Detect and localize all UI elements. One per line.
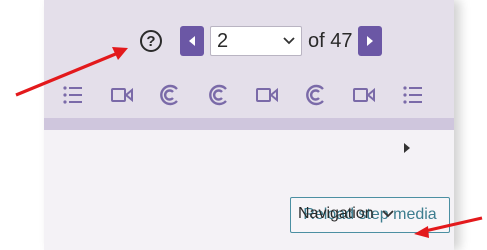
audio-icon[interactable] xyxy=(159,84,181,106)
next-page-button[interactable] xyxy=(358,26,383,56)
caret-right-icon xyxy=(367,36,374,46)
audio-icon[interactable] xyxy=(208,84,230,106)
chevron-down-icon xyxy=(381,210,394,218)
list-icon[interactable] xyxy=(62,84,84,106)
list-icon[interactable] xyxy=(402,84,424,106)
step-icon-row xyxy=(48,80,438,110)
video-icon[interactable] xyxy=(256,86,279,104)
audio-icon[interactable] xyxy=(305,84,327,106)
navigation-main[interactable]: Navigation xyxy=(298,205,394,223)
video-icon[interactable] xyxy=(353,86,376,104)
page-total: of 47 xyxy=(308,29,353,52)
chevron-down-icon xyxy=(283,37,295,45)
caret-left-icon xyxy=(189,36,195,46)
navigation-label: Navigation xyxy=(298,205,374,222)
help-icon[interactable]: ? xyxy=(140,30,162,52)
page-select[interactable]: 2 xyxy=(210,26,302,56)
prev-page-button[interactable] xyxy=(180,26,204,56)
progress-strip xyxy=(44,118,454,130)
page-navigator: ? 2 of 47 xyxy=(140,20,383,62)
page-select-value: 2 xyxy=(217,29,229,52)
scroll-right-icon[interactable] xyxy=(402,142,412,154)
video-icon[interactable] xyxy=(110,86,133,104)
